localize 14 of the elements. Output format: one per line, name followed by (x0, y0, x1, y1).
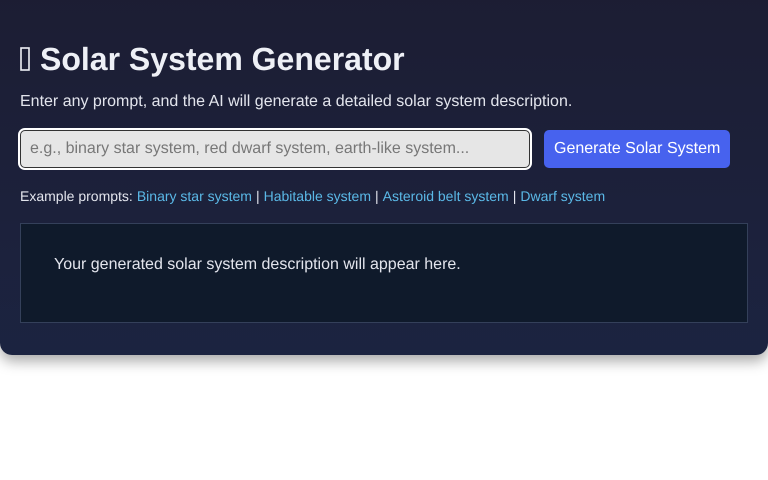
example-link[interactable]: Habitable system (264, 188, 371, 204)
generate-button[interactable]: Generate Solar System (544, 130, 730, 168)
separator: | (256, 188, 260, 204)
page-title: Solar System Generator (40, 40, 405, 78)
example-link[interactable]: Dwarf system (520, 188, 606, 204)
examples-label: Example prompts: (20, 188, 133, 204)
example-link[interactable]: Asteroid belt system (382, 188, 509, 204)
description-text: Enter any prompt, and the AI will generate a detailed solar system description. (20, 93, 574, 111)
separator: | (512, 188, 516, 204)
separator: | (375, 188, 379, 204)
output-placeholder-text: Your generated solar system description will appear here. (54, 256, 461, 273)
example-link[interactable]: Binary star system (136, 188, 252, 204)
missing-glyph-icon (20, 47, 30, 71)
prompt-input-field[interactable]: e.g., binary star system, red dwarf system, earth-like system... (20, 130, 530, 168)
